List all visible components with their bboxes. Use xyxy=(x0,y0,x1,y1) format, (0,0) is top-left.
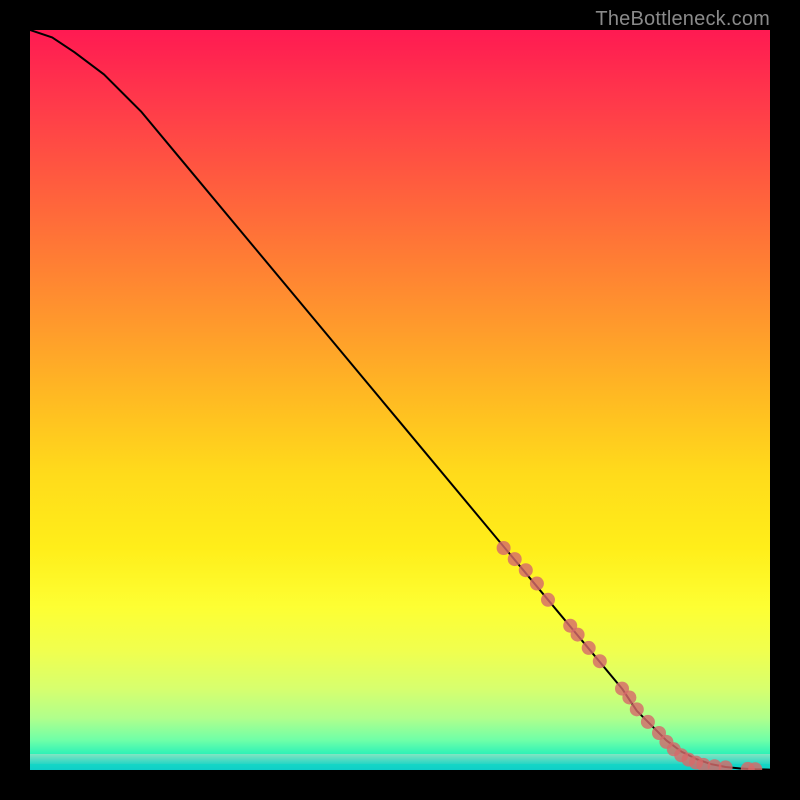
plot-area xyxy=(30,30,770,770)
watermark-text: TheBottleneck.com xyxy=(595,8,770,31)
chart-overlay-svg xyxy=(30,30,770,770)
highlight-dots xyxy=(497,541,763,770)
curve-line xyxy=(30,30,770,770)
chart-frame: TheBottleneck.com xyxy=(0,0,800,800)
